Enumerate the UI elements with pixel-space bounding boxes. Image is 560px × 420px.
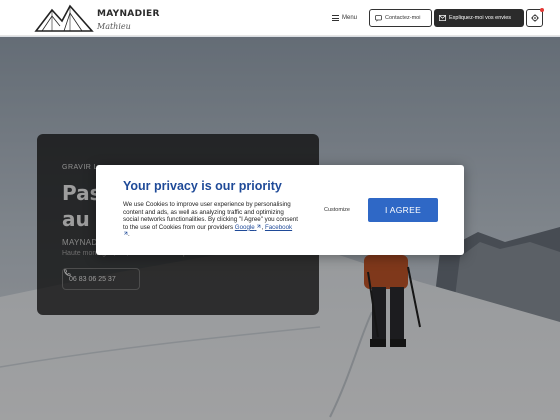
menu-label: Menu — [342, 15, 358, 21]
gear-icon — [530, 14, 539, 22]
external-link-icon — [124, 232, 128, 236]
explain-button[interactable]: Expliquez-moi vos envies — [434, 9, 524, 27]
chat-icon — [375, 14, 382, 22]
privacy-modal: Your privacy is our priority We use Cook… — [96, 165, 464, 255]
notification-dot — [540, 8, 544, 12]
google-link[interactable]: Google — [235, 224, 262, 231]
brand-subtitle: Mathieu — [97, 22, 131, 31]
customize-button[interactable]: Customize — [324, 207, 350, 213]
menu-button[interactable]: Menu — [332, 10, 357, 26]
agree-button[interactable]: I AGREE — [368, 198, 438, 222]
privacy-title: Your privacy is our priority — [123, 179, 282, 193]
contact-button[interactable]: Contactez-moi — [369, 9, 432, 27]
mail-icon — [439, 15, 446, 21]
hamburger-icon — [332, 15, 339, 21]
privacy-body: We use Cookies to improve user experienc… — [123, 201, 298, 239]
mountain-logo[interactable] — [34, 4, 94, 33]
explain-label: Expliquez-moi vos envies — [449, 15, 512, 21]
settings-button[interactable] — [526, 8, 544, 27]
brand-name[interactable]: MAYNADIER — [97, 9, 160, 19]
contact-label: Contactez-moi — [385, 15, 421, 21]
external-link-icon — [257, 224, 261, 228]
site-header: MAYNADIER Mathieu Menu Contactez-moi Exp… — [0, 0, 560, 36]
